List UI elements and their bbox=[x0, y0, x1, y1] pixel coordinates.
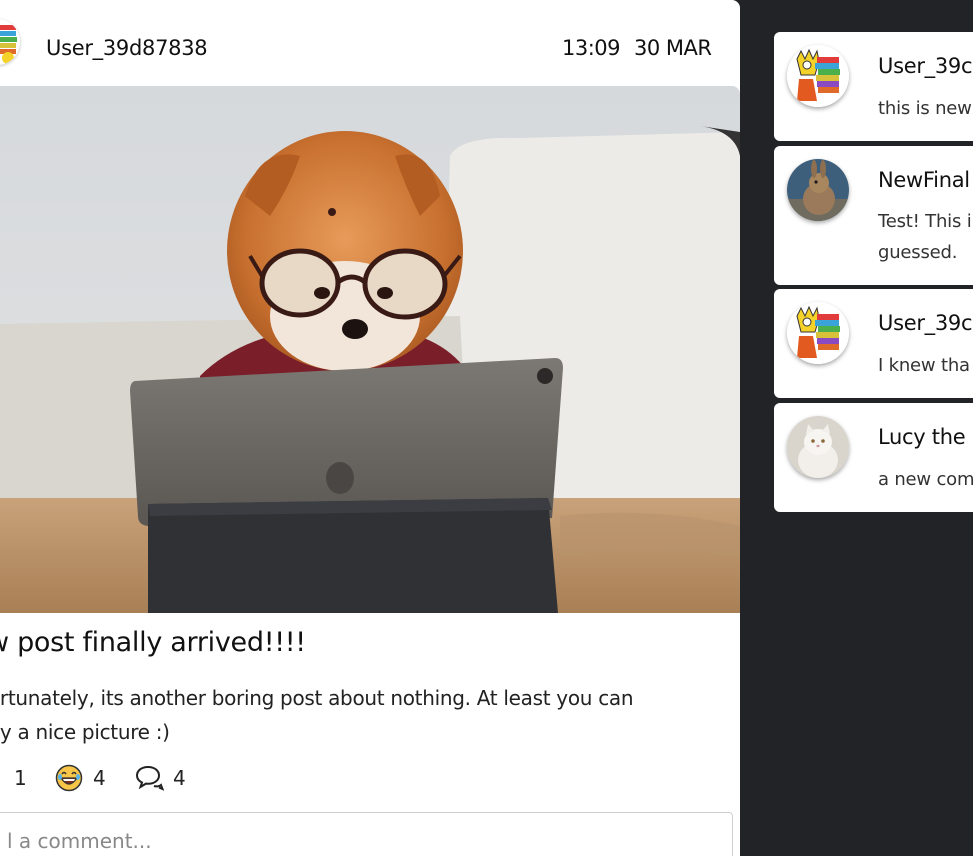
commenter-avatar[interactable] bbox=[787, 302, 849, 364]
heart-count: 1 bbox=[14, 766, 27, 790]
comment-text: a new com bbox=[878, 469, 973, 490]
comment-input[interactable] bbox=[0, 812, 733, 856]
comments-count: 4 bbox=[173, 766, 186, 790]
commenter-name[interactable]: NewFinal bbox=[878, 168, 970, 192]
commenter-name[interactable]: User_39c bbox=[878, 54, 973, 78]
comment-card[interactable]: User_39c I knew tha bbox=[774, 289, 973, 398]
comment-text-line-2: guessed. bbox=[878, 242, 958, 263]
heart-icon bbox=[0, 769, 2, 789]
comment-text: I knew tha bbox=[878, 355, 970, 376]
lisa-avatar-icon bbox=[0, 19, 20, 65]
post-author-name[interactable]: User_39d87838 bbox=[46, 36, 208, 60]
commenter-avatar[interactable] bbox=[787, 45, 849, 107]
lisa-avatar-icon bbox=[787, 45, 849, 107]
commenter-avatar[interactable] bbox=[787, 416, 849, 478]
post-body-line-1: ortunately, its another boring post abou… bbox=[0, 686, 634, 710]
lisa-avatar-icon bbox=[787, 302, 849, 364]
post-title: w post finally arrived!!!! bbox=[0, 627, 306, 658]
post-body-line-2: oy a nice picture :) bbox=[0, 720, 170, 744]
laughing-face-icon bbox=[55, 764, 83, 792]
dog-with-tablet-image bbox=[0, 86, 740, 613]
comments-sidebar: User_39c this is new NewFinal Test! This… bbox=[740, 0, 973, 856]
commenter-avatar[interactable] bbox=[787, 159, 849, 221]
author-avatar[interactable] bbox=[0, 19, 20, 65]
commenter-name[interactable]: Lucy the bbox=[878, 425, 966, 449]
post-date: 30 MAR bbox=[634, 36, 712, 60]
white-cat-avatar-icon bbox=[787, 416, 849, 478]
comment-text-line-1: Test! This i bbox=[878, 211, 972, 232]
post-card: User_39d87838 13:09 30 MAR w post finall… bbox=[0, 0, 740, 856]
rabbit-avatar-icon bbox=[787, 159, 849, 221]
comment-card[interactable]: User_39c this is new bbox=[774, 32, 973, 141]
commenter-name[interactable]: User_39c bbox=[878, 311, 973, 335]
laugh-reaction[interactable]: 4 bbox=[55, 763, 115, 793]
post-image bbox=[0, 86, 740, 613]
comments-reaction[interactable]: 4 bbox=[134, 763, 194, 793]
comment-bubbles-icon bbox=[135, 765, 164, 791]
heart-reaction[interactable]: 1 bbox=[0, 763, 30, 793]
comment-card[interactable]: Lucy the a new com bbox=[774, 403, 973, 512]
comment-card[interactable]: NewFinal Test! This i guessed. bbox=[774, 146, 973, 285]
comment-text: this is new bbox=[878, 98, 972, 119]
laugh-count: 4 bbox=[93, 766, 106, 790]
post-time: 13:09 bbox=[562, 36, 621, 60]
post-header: User_39d87838 13:09 30 MAR bbox=[0, 0, 740, 86]
post-body: ortunately, its another boring post abou… bbox=[0, 681, 688, 749]
comment-text: Test! This i guessed. bbox=[878, 206, 973, 268]
